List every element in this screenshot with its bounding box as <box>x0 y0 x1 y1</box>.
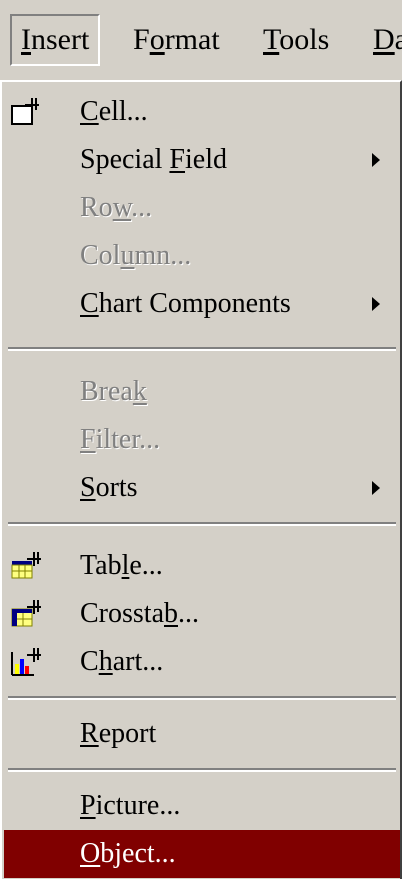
menu-data[interactable]: Da <box>364 14 402 66</box>
menu-item-label: Chart Components <box>80 288 291 319</box>
menu-separator <box>8 347 396 351</box>
menu-item-object[interactable]: Object... <box>4 830 400 878</box>
table-icon <box>11 552 41 579</box>
crosstab-icon <box>11 600 41 627</box>
menu-tools[interactable]: Tools <box>254 14 338 66</box>
menu-item-label: Object... <box>80 838 176 869</box>
menu-item-label: Table... <box>80 550 163 581</box>
menu-item-special-field[interactable]: Special Field <box>4 136 400 184</box>
menu-item-row: Row... <box>4 184 400 232</box>
menu-item-report[interactable]: Report <box>4 710 400 758</box>
insert-dropdown-menu: Cell... Special Field Row... Column... C… <box>0 80 402 879</box>
menu-separator <box>8 522 396 526</box>
menu-item-label: Sorts <box>80 472 138 503</box>
menu-item-label: Column... <box>80 240 192 271</box>
submenu-arrow-icon <box>372 297 380 311</box>
menu-item-table[interactable]: Table... <box>4 542 400 590</box>
menu-item-label: Crosstab... <box>80 598 199 629</box>
menu-item-label: Report <box>80 718 157 749</box>
menu-format[interactable]: Format <box>124 14 229 66</box>
menu-item-label: Filter... <box>80 424 161 455</box>
menu-item-picture[interactable]: Picture... <box>4 782 400 830</box>
chart-icon <box>11 648 41 676</box>
menu-item-label: Cell... <box>80 96 148 127</box>
menu-item-break: Break <box>4 368 400 416</box>
menu-bar: Insert Format Tools Da <box>0 0 402 78</box>
menu-item-crosstab[interactable]: Crosstab... <box>4 590 400 638</box>
submenu-arrow-icon <box>372 481 380 495</box>
menu-separator <box>8 768 396 772</box>
menu-item-label: Chart... <box>80 646 164 677</box>
cell-icon <box>11 98 39 125</box>
menu-insert[interactable]: Insert <box>10 14 101 66</box>
menu-item-filter: Filter... <box>4 416 400 464</box>
menu-item-column: Column... <box>4 232 400 280</box>
menu-item-label: Special Field <box>80 144 227 175</box>
menu-item-label: Picture... <box>80 790 181 821</box>
menu-separator <box>8 696 396 700</box>
menu-item-sorts[interactable]: Sorts <box>4 464 400 512</box>
menu-item-chart-components[interactable]: Chart Components <box>4 280 400 328</box>
menu-item-chart[interactable]: Chart... <box>4 638 400 686</box>
menu-item-cell[interactable]: Cell... <box>4 88 400 136</box>
menu-item-label: Row... <box>80 192 153 223</box>
submenu-arrow-icon <box>372 153 380 167</box>
menu-item-label: Break <box>80 376 147 407</box>
